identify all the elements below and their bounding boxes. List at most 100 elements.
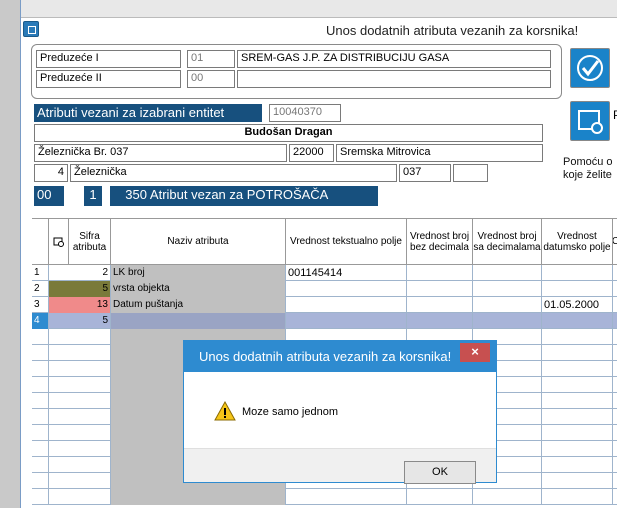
empty-cell[interactable]	[49, 329, 111, 345]
empty-cell[interactable]	[49, 457, 111, 473]
col-broj-bez[interactable]: Vrednost broj bez decimala	[407, 219, 473, 265]
empty-cell[interactable]	[32, 393, 49, 409]
empty-cell[interactable]	[32, 425, 49, 441]
confirm-button[interactable]	[570, 48, 610, 88]
table-row-selected[interactable]: 4 5	[32, 313, 617, 329]
table-row[interactable]: 3 13 Datum puštanja 01.05.2000	[32, 297, 617, 313]
cell-naziv[interactable]: vrsta objekta	[111, 281, 286, 297]
empty-cell[interactable]	[542, 489, 613, 505]
col-last[interactable]: C	[613, 219, 617, 265]
grid-search-icon[interactable]	[49, 219, 69, 265]
company1-code[interactable]: 01	[187, 50, 235, 68]
cell-naziv[interactable]	[111, 313, 286, 329]
title-bar: Unos dodatnih atributa vezanih za korsni…	[21, 18, 617, 44]
company2-code[interactable]: 00	[187, 70, 235, 88]
empty-cell[interactable]	[111, 489, 286, 505]
cell-tekst[interactable]	[286, 281, 407, 297]
empty-cell[interactable]	[473, 489, 542, 505]
empty-cell[interactable]	[32, 489, 49, 505]
col-tekst[interactable]: Vrednost tekstualno polje	[286, 219, 407, 265]
close-button[interactable]: ×	[460, 343, 490, 362]
cell-broj-bez[interactable]	[407, 281, 473, 297]
cell-datum[interactable]	[542, 265, 613, 281]
empty-cell[interactable]	[32, 345, 49, 361]
empty-cell[interactable]	[542, 377, 613, 393]
empty-cell[interactable]	[542, 361, 613, 377]
empty-cell[interactable]	[49, 425, 111, 441]
empty-cell[interactable]	[49, 473, 111, 489]
row-number: 3	[32, 297, 49, 313]
empty-cell[interactable]	[542, 457, 613, 473]
col-broj-sa[interactable]: Vrednost broj sa decimalama	[473, 219, 542, 265]
ok-button[interactable]: OK	[404, 461, 476, 484]
cell-datum[interactable]: 01.05.2000	[542, 297, 613, 313]
table-row[interactable]: 2 5 vrsta objekta	[32, 281, 617, 297]
cell-sifra[interactable]: 5	[49, 313, 111, 329]
empty-cell[interactable]	[407, 489, 473, 505]
cell-sifra[interactable]: 5	[49, 281, 111, 297]
row-number: 1	[32, 265, 49, 281]
cell-broj-sa[interactable]	[473, 297, 542, 313]
cell-broj-bez[interactable]	[407, 265, 473, 281]
empty-cell[interactable]	[49, 361, 111, 377]
cell-datum[interactable]	[542, 281, 613, 297]
col-sifra[interactable]: Sifra atributa	[69, 219, 111, 265]
entity-id: 10040370	[269, 104, 341, 122]
empty-row[interactable]	[32, 489, 617, 505]
empty-cell[interactable]	[32, 361, 49, 377]
empty-cell[interactable]	[32, 409, 49, 425]
empty-cell[interactable]	[542, 345, 613, 361]
empty-cell[interactable]	[49, 441, 111, 457]
empty-cell[interactable]	[542, 329, 613, 345]
empty-cell[interactable]	[49, 489, 111, 505]
row-header-blank	[32, 219, 49, 265]
cell-tekst[interactable]: 001145414	[286, 265, 407, 281]
row-number: 4	[32, 313, 49, 329]
cell-broj-sa[interactable]	[473, 313, 542, 329]
attr-code1: 00	[34, 186, 64, 206]
empty-cell[interactable]	[542, 473, 613, 489]
empty-cell[interactable]	[32, 377, 49, 393]
cell-datum[interactable]	[542, 313, 613, 329]
search-button[interactable]	[570, 101, 610, 141]
empty-cell[interactable]	[32, 329, 49, 345]
attr-title: Atribut vezan za POTROŠAČA	[149, 187, 329, 202]
col-datum[interactable]: Vrednost datumsko polje	[542, 219, 613, 265]
col-naziv[interactable]: Naziv atributa	[111, 219, 286, 265]
cell-sifra[interactable]: 2	[49, 265, 111, 281]
dialog-message: Moze samo jednom	[242, 406, 338, 418]
warning-icon	[214, 401, 236, 421]
company1-name: SREM-GAS J.P. ZA DISTRIBUCIJU GASA	[237, 50, 551, 68]
cell-broj-bez[interactable]	[407, 313, 473, 329]
cell-sifra[interactable]: 13	[49, 297, 111, 313]
empty-cell[interactable]	[32, 441, 49, 457]
empty-cell[interactable]	[49, 377, 111, 393]
empty-cell[interactable]	[49, 345, 111, 361]
empty-cell[interactable]	[542, 393, 613, 409]
top-strip	[21, 0, 617, 18]
app-icon	[23, 21, 39, 37]
cell-naziv[interactable]: Datum puštanja	[111, 297, 286, 313]
cell-broj-bez[interactable]	[407, 297, 473, 313]
cell-broj-sa[interactable]	[473, 265, 542, 281]
empty-cell[interactable]	[32, 457, 49, 473]
empty-cell[interactable]	[542, 441, 613, 457]
cell-tekst[interactable]	[286, 297, 407, 313]
empty-cell[interactable]	[49, 409, 111, 425]
cell-tekst[interactable]	[286, 313, 407, 329]
table-row[interactable]: 1 2 LK broj 001145414	[32, 265, 617, 281]
empty-cell[interactable]	[286, 489, 407, 505]
extra-field	[453, 164, 488, 182]
dialog-title: Unos dodatnih atributa vezanih za korsni…	[199, 349, 452, 364]
house-number: 037	[399, 164, 451, 182]
empty-cell[interactable]	[49, 393, 111, 409]
empty-cell[interactable]	[542, 425, 613, 441]
message-dialog: Unos dodatnih atributa vezanih za korsni…	[183, 340, 497, 484]
cell-naziv[interactable]: LK broj	[111, 265, 286, 281]
entity-header: Atributi vezani za izabrani entitet	[34, 104, 262, 122]
company2-name	[237, 70, 551, 88]
cell-broj-sa[interactable]	[473, 281, 542, 297]
company2-label: Preduzeće II	[36, 70, 181, 88]
empty-cell[interactable]	[32, 473, 49, 489]
empty-cell[interactable]	[542, 409, 613, 425]
